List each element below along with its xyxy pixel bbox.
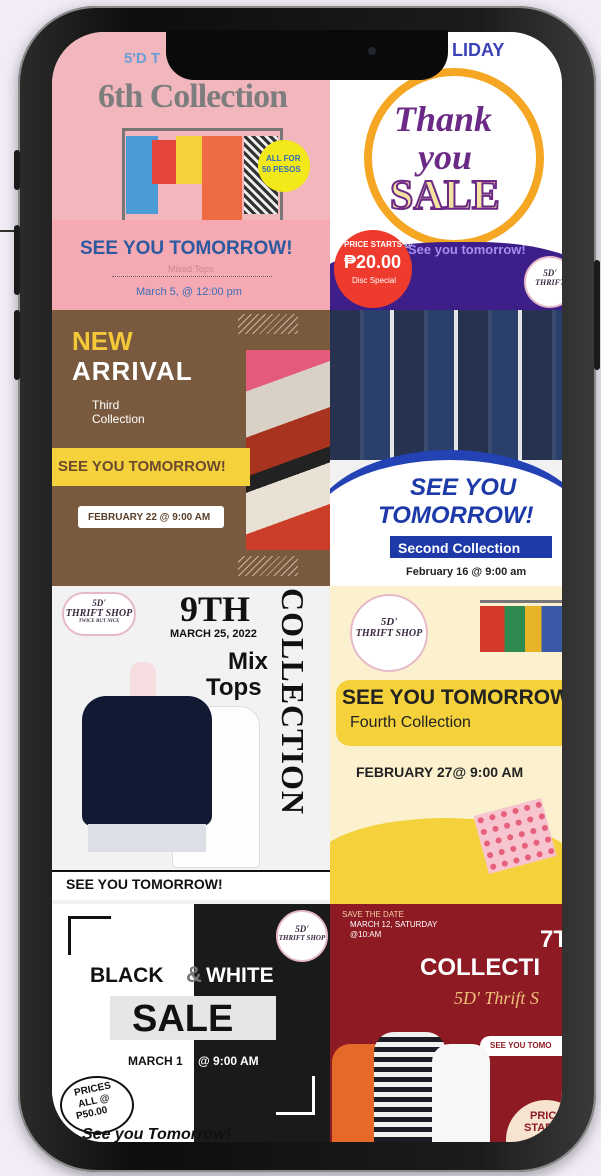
dotted-divider [112, 276, 272, 277]
clothes-photo [246, 350, 330, 550]
bottom-text: See you Tomorrow! [82, 1126, 231, 1142]
shop-logo: 5D' THRIFT SHOP [276, 910, 328, 962]
event-date: FEBRUARY 27@ 9:00 AM [356, 764, 524, 780]
arrival-text: ARRIVAL [72, 356, 193, 386]
event-time: @10:AM [350, 930, 382, 939]
post-7th-collection[interactable]: SAVE THE DATE MARCH 12, SATURDAY @10:AM … [330, 904, 562, 1142]
sale-text: SALE [389, 172, 501, 220]
rack-clothes [480, 606, 562, 652]
logo-line2: THRIFT SHOP [65, 608, 133, 619]
event-date: FEBRUARY 22 @ 9:00 AM [88, 512, 211, 523]
event-date: March 5, @ 12:00 pm [136, 286, 242, 298]
black-text: BLACK [90, 964, 164, 987]
shop-logo: 5D' THRIFT SHOP [350, 594, 428, 672]
mix-text: Mix [228, 648, 269, 675]
corner-bracket-bottom [276, 1076, 315, 1115]
post-black-white-sale[interactable]: 5D' THRIFT SHOP BLACK & WHITE SALE MARCH… [52, 904, 330, 1142]
zigzag-bottom [238, 556, 298, 576]
orange-garment [202, 136, 242, 220]
post-new-arrival[interactable]: NEW ARRIVAL Third Collection SEE YOU TOM… [52, 310, 330, 586]
logo-line1: 5D' [92, 598, 106, 608]
tomorrow-badge-text: SEE YOU TOMO [490, 1041, 552, 1050]
price-badge: ALL FOR 50 PESOS [258, 140, 310, 192]
headline: SEE YOU TOMORROW [342, 686, 562, 709]
collection-line1: Third [92, 398, 120, 412]
sub-text: Mixed Tops [168, 264, 214, 274]
post-second-collection[interactable]: SEE YOU TOMORROW! Second Collection Febr… [330, 310, 562, 586]
logo-line3: TWICE BUT NICE [78, 619, 120, 624]
price-value: ₱20.00 [344, 252, 402, 272]
clothing-rack [480, 600, 562, 603]
logo-line1: 5D' [380, 616, 398, 628]
badge-line2: 50 PESOS [262, 165, 301, 174]
collection-line2: Collection [92, 412, 145, 426]
new-text: NEW [72, 326, 133, 356]
event-date: February 16 @ 9:00 am [406, 566, 527, 578]
thank-text: Thank [394, 99, 493, 139]
sale-text: SALE [132, 998, 234, 1040]
white-shirt [432, 1044, 490, 1142]
collection-title: 6th Collection [98, 78, 288, 115]
phone-power-button [594, 260, 600, 370]
badge-line1: ALL FOR [266, 154, 301, 163]
shop-logo: 5D' THRIFT SHOP TWICE BUT NICE [62, 592, 136, 636]
zigzag-top [238, 314, 298, 334]
phone-volume-down [14, 310, 20, 380]
navy-top [82, 696, 212, 826]
event-date: MARCH 12, SATURDAY [350, 920, 438, 929]
headline-line2: TOMORROW! [378, 502, 534, 529]
price-label: PRICE STARTS @ [344, 240, 413, 249]
event-date: MARCH 1 [128, 1054, 183, 1068]
price-line1: PRICE [530, 1110, 562, 1122]
phone-screen: 5'D T 6th Collection ALL FOR 50 PESOS SE… [52, 32, 562, 1142]
logo-line2: THRIFT SHOP [278, 934, 326, 942]
tops-text: Tops [206, 674, 262, 701]
rack-leg-left [122, 128, 125, 222]
collection-number: 9TH [180, 589, 251, 629]
collection-label: Fourth Collection [350, 714, 471, 731]
save-the-date: SAVE THE DATE [342, 910, 404, 919]
post-9th-collection[interactable]: 5D' THRIFT SHOP TWICE BUT NICE 9TH MARCH… [52, 586, 330, 904]
phone-notch [166, 30, 448, 80]
headline: SEE YOU TOMORROW! [80, 238, 293, 259]
corner-bracket [68, 916, 111, 955]
tomorrow-text: See you tomorrow! [408, 242, 526, 257]
vertical-collection-text: COLLECTION [275, 588, 311, 815]
camera-icon [368, 47, 376, 55]
ampersand: & [186, 962, 202, 987]
collection-text: COLLECTI [420, 954, 540, 981]
mannequin-neck [130, 662, 156, 700]
top-banner-text: LIDAY [452, 40, 505, 60]
event-time: @ 9:00 AM [198, 1054, 259, 1068]
brand-text: 5'D T [124, 50, 161, 67]
logo-line2: THRIFT SHOP [355, 628, 423, 639]
mannequin-base [88, 824, 206, 852]
white-text: WHITE [206, 964, 274, 987]
clothes-rack [122, 128, 282, 131]
headline-line1: SEE YOU [410, 474, 517, 501]
logo-line1: 5D' [543, 268, 557, 278]
footer-text: SEE YOU TOMORROW! [66, 876, 223, 892]
collection-label: Second Collection [398, 540, 521, 556]
post-fourth-collection[interactable]: 5D' THRIFT SHOP SEE YOU TOMORROW Fourth … [330, 586, 562, 904]
phone-side-button [14, 150, 20, 190]
price-sub: Disc Special [352, 276, 397, 285]
price-line3: ₱4 [534, 1132, 557, 1142]
event-date: MARCH 25, 2022 [170, 628, 257, 640]
script-shop-name: 5D' Thrift S [454, 988, 539, 1008]
dresses-photo [330, 310, 562, 460]
headline: SEE YOU TOMORROW! [58, 458, 226, 475]
phone-volume-up [14, 225, 20, 295]
logo-line1: 5D' [295, 924, 309, 934]
logo-line2: THRIFT [535, 278, 562, 287]
collection-number: 7T [540, 926, 562, 953]
